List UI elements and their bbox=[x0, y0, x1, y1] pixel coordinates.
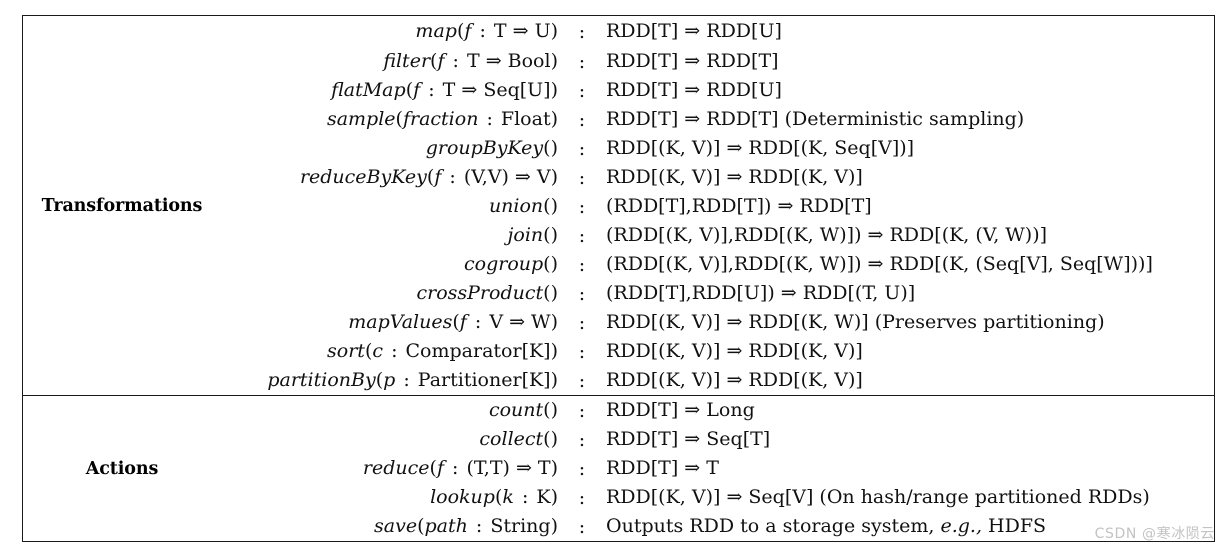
table-row: save(path : String): Outputs RDD to a sto… bbox=[221, 512, 1214, 541]
api-type: RDD[T] ⇒ Long bbox=[606, 399, 755, 421]
table-row: union(): (RDD[T],RDD[T]) ⇒ RDD[T] bbox=[221, 192, 1214, 221]
table-row: partitionBy(p : Partitioner[K]): RDD[(K, … bbox=[221, 366, 1214, 395]
colon-separator: : bbox=[578, 457, 586, 480]
actions-list: count(): RDD[T] ⇒ Long collect(): RDD[T] ⇒ … bbox=[221, 396, 1214, 541]
table-row: sort(c : Comparator[K]): RDD[(K, V)] ⇒ RD… bbox=[221, 337, 1214, 366]
colon-separator: : bbox=[578, 50, 586, 73]
table-row: groupByKey(): RDD[(K, V)] ⇒ RDD[(K, Seq[V… bbox=[221, 134, 1214, 163]
api-signature: save(path : String) bbox=[374, 515, 558, 537]
api-signature: count() bbox=[488, 399, 558, 421]
api-type: RDD[T] ⇒ RDD[U] bbox=[606, 79, 782, 101]
colon-separator: : bbox=[578, 253, 586, 276]
api-type: (RDD[T],RDD[T]) ⇒ RDD[T] bbox=[606, 195, 872, 217]
colon-separator: : bbox=[578, 20, 586, 43]
colon-separator: : bbox=[578, 137, 586, 160]
api-signature: partitionBy(p : Partitioner[K]) bbox=[267, 369, 558, 391]
table-section-actions: Actions count(): RDD[T] ⇒ Long collect(): R… bbox=[22, 395, 1215, 542]
api-type: (RDD[T],RDD[U]) ⇒ RDD[(T, U)] bbox=[606, 282, 916, 304]
api-type: (RDD[(K, V)],RDD[(K, W)]) ⇒ RDD[(K, (Seq… bbox=[606, 253, 1153, 275]
api-type: RDD[T] ⇒ RDD[T] bbox=[606, 50, 779, 72]
colon-separator: : bbox=[578, 79, 586, 102]
table-row: cogroup(): (RDD[(K, V)],RDD[(K, W)]) ⇒ RD… bbox=[221, 250, 1214, 279]
api-signature: mapValues(f : V ⇒ W) bbox=[348, 311, 558, 333]
api-type: (RDD[(K, V)],RDD[(K, W)]) ⇒ RDD[(K, (V, … bbox=[606, 224, 1048, 246]
table-row: lookup(k : K): RDD[(K, V)] ⇒ Seq[V] (On h… bbox=[221, 483, 1214, 512]
table-row: count(): RDD[T] ⇒ Long bbox=[221, 396, 1214, 425]
api-type: RDD[T] ⇒ RDD[U] bbox=[606, 20, 782, 42]
transformations-list: map(f : T ⇒ U): RDD[T] ⇒ RDD[U] filter(f :… bbox=[221, 16, 1214, 395]
api-signature: lookup(k : K) bbox=[430, 486, 558, 508]
api-signature: reduceByKey(f : (V,V) ⇒ V) bbox=[299, 166, 558, 188]
colon-separator: : bbox=[578, 311, 586, 334]
table-row: mapValues(f : V ⇒ W): RDD[(K, V)] ⇒ RDD[(… bbox=[221, 308, 1214, 337]
transformations-rows-container: map(f : T ⇒ U): RDD[T] ⇒ RDD[U] filter(f :… bbox=[221, 16, 1215, 396]
colon-separator: : bbox=[578, 282, 586, 305]
api-signature: collect() bbox=[479, 428, 558, 450]
api-signature: sort(c : Comparator[K]) bbox=[327, 340, 558, 362]
csdn-watermark: CSDN @寒冰陨云 bbox=[1094, 526, 1215, 542]
table-row: reduceByKey(f : (V,V) ⇒ V): RDD[(K, V)] ⇒… bbox=[221, 163, 1214, 192]
table-row: reduce(f : (T,T) ⇒ T): RDD[T] ⇒ T bbox=[221, 454, 1214, 483]
api-signature: cogroup() bbox=[464, 253, 558, 275]
api-type: RDD[T] ⇒ RDD[T] (Deterministic sampling) bbox=[606, 108, 1025, 130]
api-signature: reduce(f : (T,T) ⇒ T) bbox=[362, 457, 558, 479]
colon-separator: : bbox=[578, 224, 586, 247]
table-row: filter(f : T ⇒ Bool): RDD[T] ⇒ RDD[T] bbox=[221, 47, 1214, 76]
api-type: RDD[(K, V)] ⇒ RDD[(K, Seq[V])] bbox=[606, 137, 915, 159]
table-row: crossProduct(): (RDD[T],RDD[U]) ⇒ RDD[(T,… bbox=[221, 279, 1214, 308]
api-signature: crossProduct() bbox=[416, 282, 558, 304]
api-type: RDD[(K, V)] ⇒ RDD[(K, V)] bbox=[606, 340, 863, 362]
api-type: RDD[(K, V)] ⇒ RDD[(K, V)] bbox=[606, 369, 863, 391]
api-signature: flatMap(f : T ⇒ Seq[U]) bbox=[331, 79, 558, 101]
section-label-actions: Actions bbox=[22, 395, 221, 542]
rdd-api-table: Transformations map(f : T ⇒ U): RDD[T] ⇒ … bbox=[22, 15, 1215, 542]
api-signature: join() bbox=[507, 224, 558, 246]
colon-separator: : bbox=[578, 340, 586, 363]
api-signature: filter(f : T ⇒ Bool) bbox=[383, 50, 558, 72]
colon-separator: : bbox=[578, 369, 586, 392]
colon-separator: : bbox=[578, 108, 586, 131]
colon-separator: : bbox=[578, 428, 586, 451]
table-row: join(): (RDD[(K, V)],RDD[(K, W)]) ⇒ RDD[(… bbox=[221, 221, 1214, 250]
page-root: Transformations map(f : T ⇒ U): RDD[T] ⇒ … bbox=[0, 0, 1229, 547]
api-type: RDD[(K, V)] ⇒ Seq[V] (On hash/range part… bbox=[606, 486, 1150, 508]
api-signature: union() bbox=[488, 195, 558, 217]
table-row: flatMap(f : T ⇒ Seq[U]): RDD[T] ⇒ RDD[U] bbox=[221, 76, 1214, 105]
table-section-transformations: Transformations map(f : T ⇒ U): RDD[T] ⇒ … bbox=[23, 16, 1215, 396]
colon-separator: : bbox=[578, 486, 586, 509]
colon-separator: : bbox=[578, 195, 586, 218]
api-type: RDD[(K, V)] ⇒ RDD[(K, V)] bbox=[606, 166, 863, 188]
api-type: RDD[T] ⇒ Seq[T] bbox=[606, 428, 771, 450]
api-signature: map(f : T ⇒ U) bbox=[415, 20, 558, 42]
section-label-transformations: Transformations bbox=[41, 195, 203, 216]
colon-separator: : bbox=[578, 399, 586, 422]
colon-separator: : bbox=[578, 166, 586, 189]
api-type: RDD[(K, V)] ⇒ RDD[(K, W)] (Preserves par… bbox=[606, 311, 1105, 333]
api-type: RDD[T] ⇒ T bbox=[606, 457, 719, 479]
table-row: sample(fraction : Float): RDD[T] ⇒ RDD[T]… bbox=[221, 105, 1214, 134]
table-row: map(f : T ⇒ U): RDD[T] ⇒ RDD[U] bbox=[221, 16, 1214, 47]
api-signature: sample(fraction : Float) bbox=[326, 108, 558, 130]
actions-rows-container: count(): RDD[T] ⇒ Long collect(): RDD[T] ⇒ … bbox=[221, 395, 1215, 542]
api-signature: groupByKey() bbox=[425, 137, 558, 159]
table-row: collect(): RDD[T] ⇒ Seq[T] bbox=[221, 425, 1214, 454]
colon-separator: : bbox=[578, 515, 586, 538]
